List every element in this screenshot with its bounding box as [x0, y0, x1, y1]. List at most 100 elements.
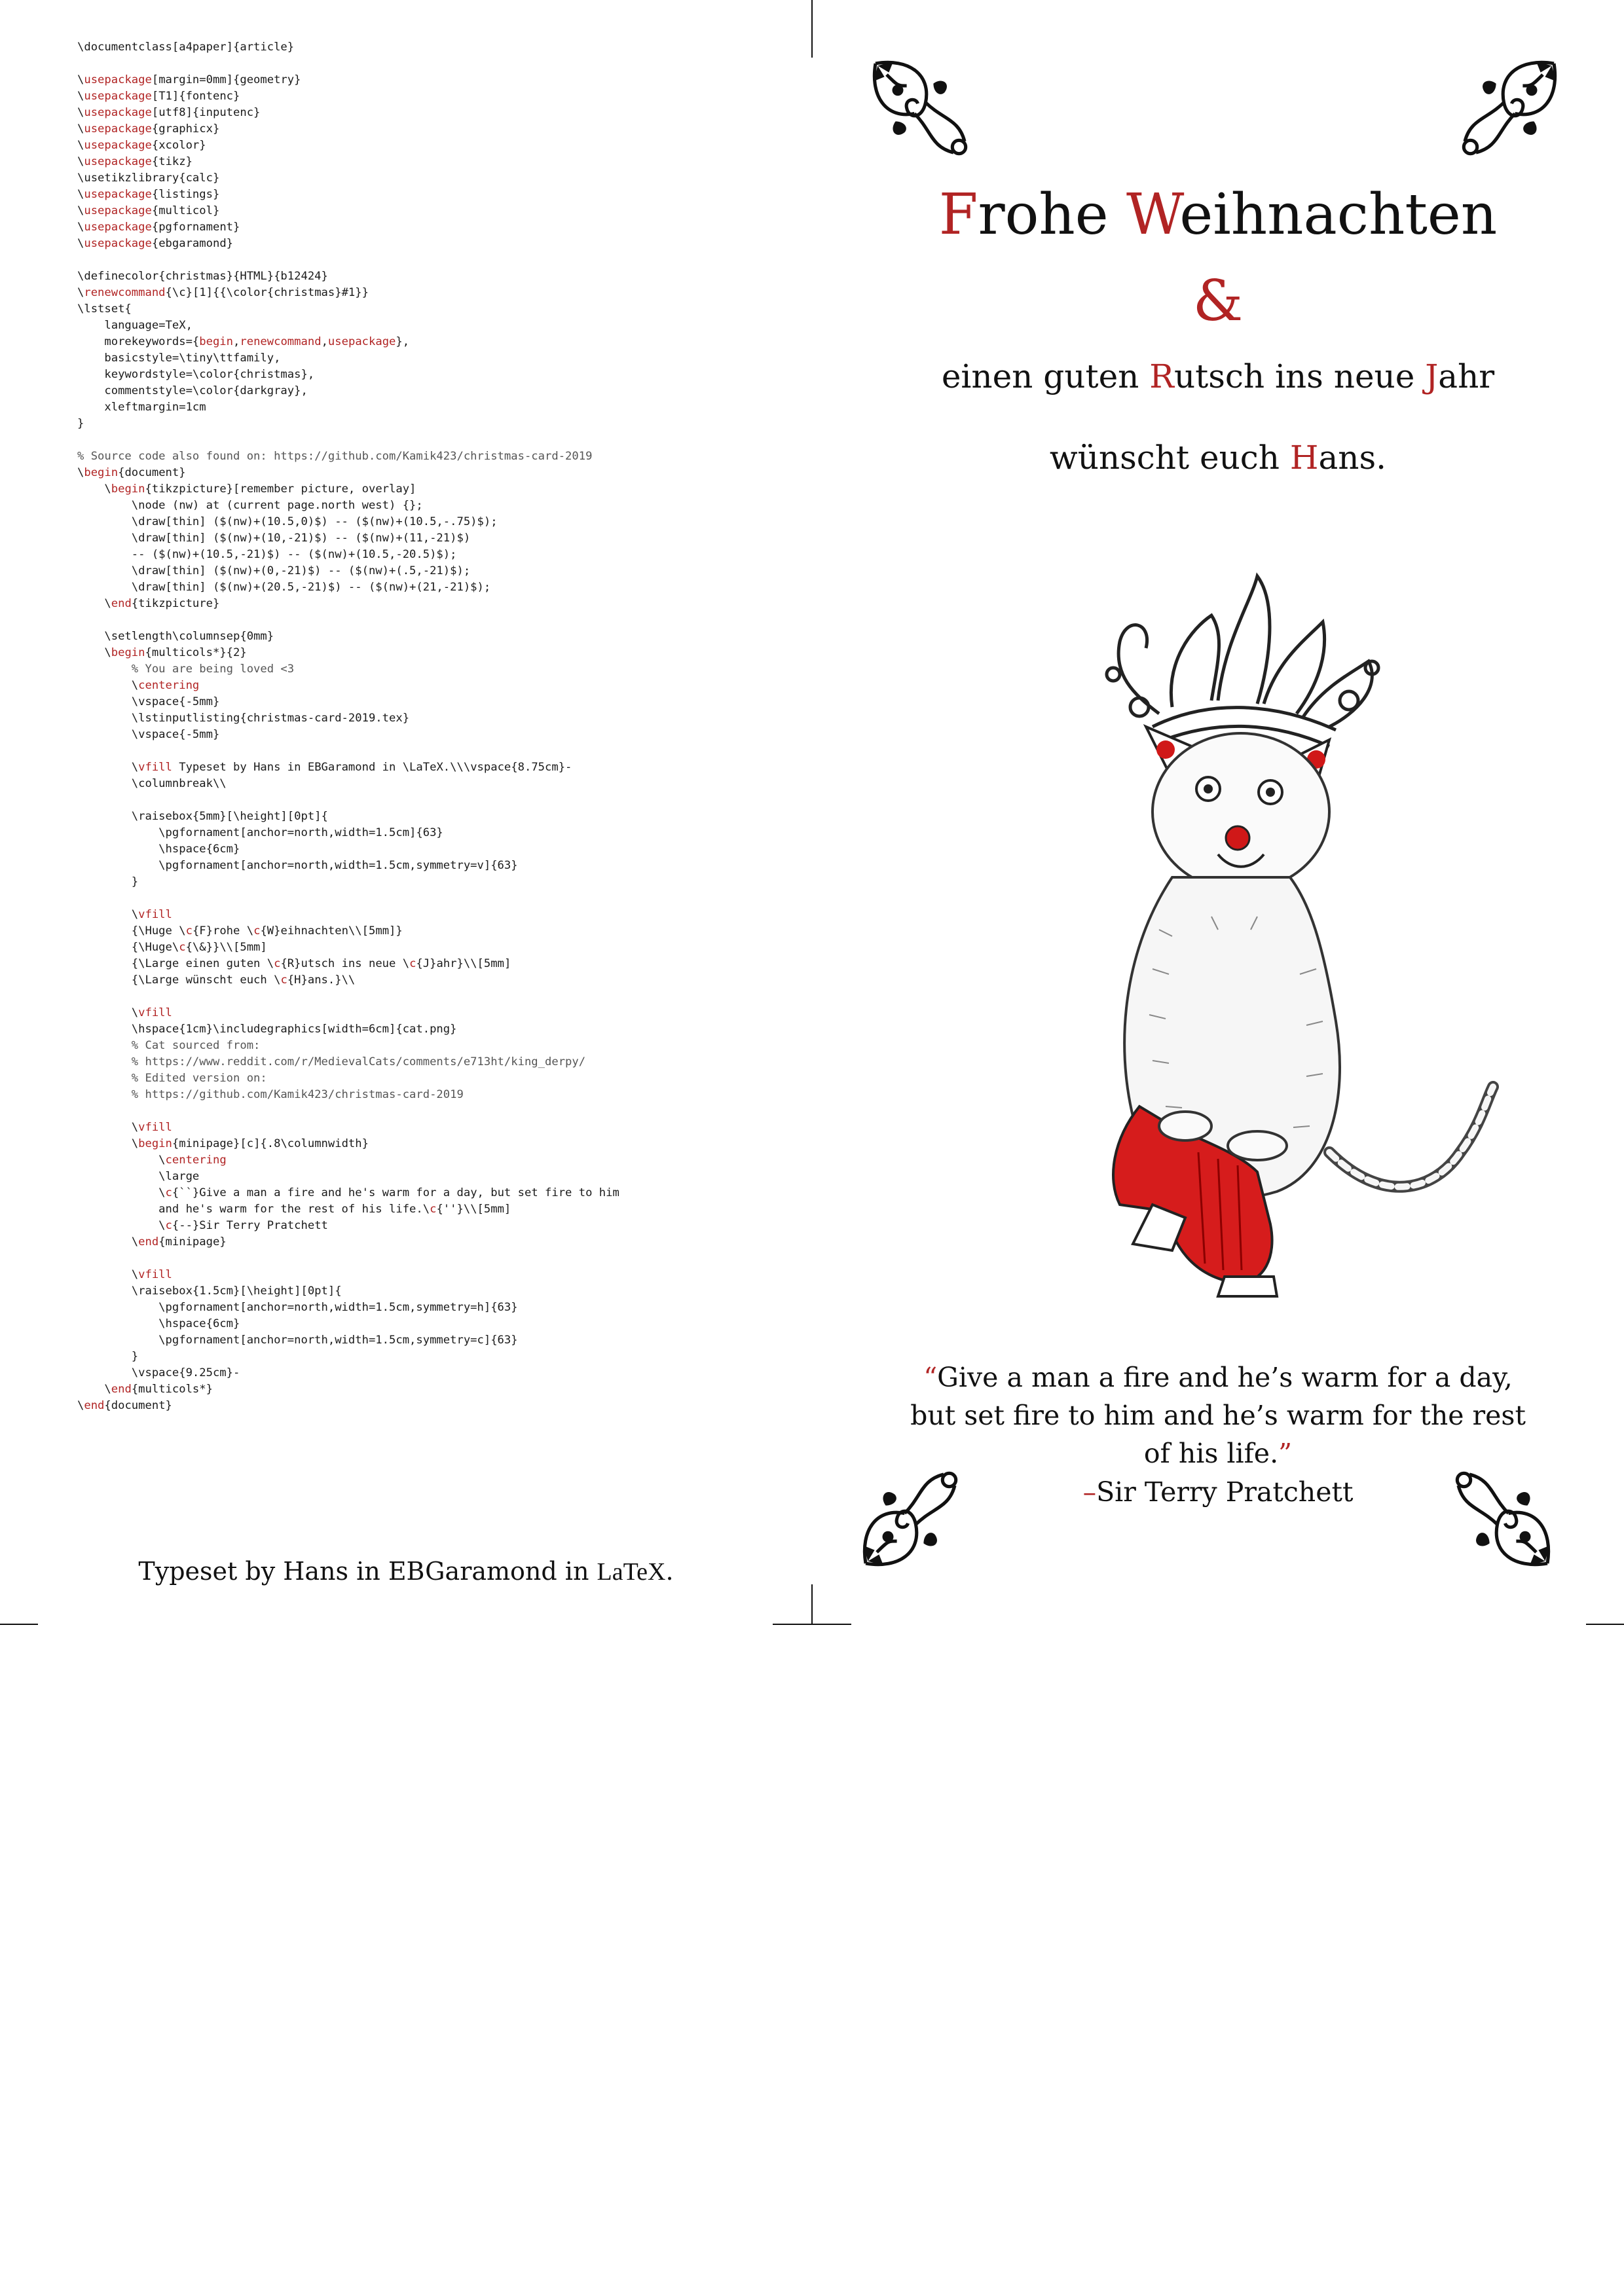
code-keyword: usepackage	[84, 221, 152, 234]
code-text: \pgfornament[anchor=north,width=1.5cm,sy…	[77, 1301, 518, 1314]
code-line: \end{minipage}	[77, 1234, 771, 1250]
code-line: \raisebox{5mm}[\height][0pt]{	[77, 809, 771, 825]
code-text: \	[77, 73, 84, 86]
code-line: \setlength\columnsep{0mm}	[77, 629, 771, 645]
title-initial-f: F	[938, 182, 978, 247]
code-line: \raisebox{1.5cm}[\height][0pt]{	[77, 1283, 771, 1300]
line2-part-c: ahr	[1438, 357, 1495, 395]
fold-mark-bottom-horizontal	[773, 1624, 851, 1625]
card-line-new-year: einen guten Rutsch ins neue Jahr	[812, 354, 1624, 399]
code-line: \usepackage[utf8]{inputenc}	[77, 105, 771, 121]
code-text: \	[77, 221, 84, 234]
code-keyword: vfill	[138, 1121, 172, 1134]
code-keyword: vfill	[138, 1268, 172, 1281]
code-text: \lstinputlisting{christmas-card-2019.tex…	[77, 712, 410, 725]
code-text: {xcolor}	[151, 139, 206, 152]
code-text: \	[77, 155, 84, 168]
code-line: % Source code also found on: https://git…	[77, 448, 771, 465]
code-text: \	[77, 1268, 139, 1281]
code-keyword: begin	[138, 1137, 172, 1150]
typeset-credit-text: Typeset by Hans in EBGaramond in	[138, 1557, 597, 1586]
code-keyword: usepackage	[327, 335, 396, 348]
author-dash: –	[1082, 1476, 1097, 1508]
quote-text: Give a man a fire and he’s warm for a da…	[910, 1362, 1526, 1469]
code-line: % You are being loved <3	[77, 661, 771, 678]
code-line: \pgfornament[anchor=north,width=1.5cm]{6…	[77, 825, 771, 841]
code-line: \pgfornament[anchor=north,width=1.5cm,sy…	[77, 858, 771, 874]
code-text: {W}eihnachten\\[5mm]}	[260, 924, 403, 938]
code-comment: % Source code also found on: https://git…	[77, 450, 593, 463]
code-text: \	[77, 679, 139, 692]
code-line: and he's warm for the rest of his life.\…	[77, 1201, 771, 1218]
code-line: \columnbreak\\	[77, 776, 771, 792]
code-text: {graphicx}	[151, 122, 220, 136]
trim-mark-right	[1586, 1624, 1624, 1625]
code-line: \usepackage{graphicx}	[77, 121, 771, 137]
code-line: }	[77, 416, 771, 432]
code-text: {minipage}	[158, 1235, 227, 1248]
code-text: \	[77, 1235, 139, 1248]
code-line: \end{multicols*}	[77, 1381, 771, 1398]
code-line: \draw[thin] ($(nw)+(0,-21)$) -- ($(nw)+(…	[77, 563, 771, 579]
code-keyword: usepackage	[84, 155, 152, 168]
code-text: \raisebox{5mm}[\height][0pt]{	[77, 810, 328, 823]
code-text: \large	[77, 1170, 200, 1183]
code-keyword: c	[253, 924, 261, 938]
code-line: \usepackage{pgfornament}	[77, 219, 771, 236]
code-text: \	[77, 1186, 166, 1199]
code-line: language=TeX,	[77, 318, 771, 334]
code-text: {F}rohe \	[192, 924, 254, 938]
code-text: \	[77, 188, 84, 201]
code-text: basicstyle=\tiny\ttfamily,	[77, 352, 281, 365]
code-keyword: usepackage	[84, 122, 152, 136]
code-text: xleftmargin=1cm	[77, 401, 206, 414]
code-line: \end{document}	[77, 1398, 771, 1414]
code-keyword: usepackage	[84, 90, 152, 103]
code-comment: % You are being loved <3	[77, 663, 295, 676]
code-text: {pgfornament}	[151, 221, 240, 234]
code-keyword: renewcommand	[240, 335, 322, 348]
code-text: \	[77, 139, 84, 152]
corner-ornament-icon	[1462, 60, 1557, 156]
corner-ornament-icon	[872, 60, 968, 156]
code-line: \end{tikzpicture}	[77, 596, 771, 612]
code-line: -- ($(nw)+(10.5,-21)$) -- ($(nw)+(10.5,-…	[77, 547, 771, 563]
code-line: }	[77, 874, 771, 890]
code-text: language=TeX,	[77, 319, 193, 332]
code-keyword: c	[165, 1219, 172, 1232]
fold-mark-bottom-vertical	[811, 1584, 813, 1625]
code-text: {minipage}[c]{.8\columnwidth}	[172, 1137, 369, 1150]
code-line: \usepackage[T1]{fontenc}	[77, 88, 771, 105]
code-line: \usepackage{tikz}	[77, 154, 771, 170]
code-text: \	[77, 483, 111, 496]
code-line: \vspace{9.25cm}-	[77, 1365, 771, 1381]
code-keyword: usepackage	[84, 139, 152, 152]
code-text: {\Huge \	[77, 924, 186, 938]
code-text: {ebgaramond}	[151, 237, 234, 250]
code-text: \columnbreak\\	[77, 777, 227, 790]
card-ampersand: &	[1192, 268, 1244, 334]
code-line: \centering	[77, 1152, 771, 1169]
code-text: {R}utsch ins neue \	[280, 957, 410, 970]
code-text: \	[77, 597, 111, 610]
code-line: }	[77, 1349, 771, 1365]
code-line: \lstset{	[77, 301, 771, 318]
code-text: \setlength\columnsep{0mm}	[77, 630, 274, 643]
code-text: }	[77, 875, 139, 888]
quote-close-mark: ”	[1278, 1438, 1293, 1469]
quote-author: –Sir Terry Pratchett	[812, 1473, 1624, 1511]
line3-part-a: wünscht euch	[1049, 439, 1290, 477]
card-title: Frohe Weihnachten	[812, 175, 1624, 254]
code-keyword: end	[111, 597, 132, 610]
code-text: morekeywords={	[77, 335, 200, 348]
code-text: \node (nw) at (current page.north west) …	[77, 499, 423, 512]
code-line: \vspace{-5mm}	[77, 694, 771, 710]
crown-icon	[1105, 572, 1380, 748]
code-text: commentstyle=\color{darkgray},	[77, 384, 308, 397]
code-line: \usepackage{listings}	[77, 187, 771, 203]
code-text: \usetikzlibrary{calc}	[77, 172, 220, 185]
